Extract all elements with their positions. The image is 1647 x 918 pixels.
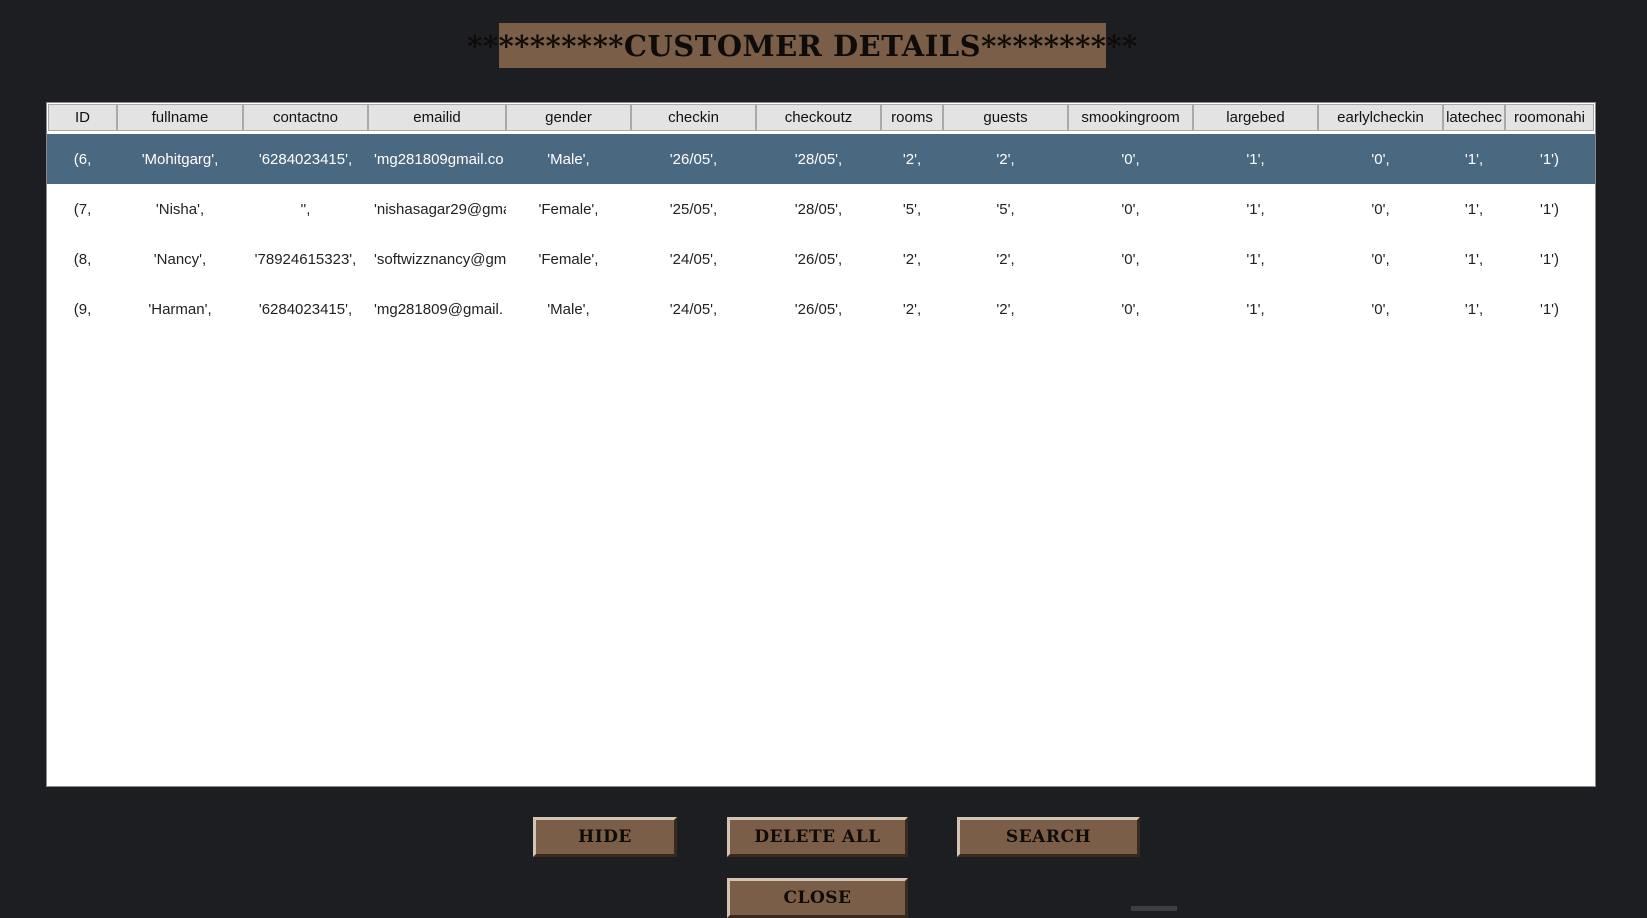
table-cell: '24/05', bbox=[669, 250, 718, 268]
column-header[interactable]: checkin bbox=[631, 104, 756, 131]
table-cell: '78924615323', bbox=[254, 250, 357, 268]
table-cell: '1', bbox=[1246, 300, 1265, 318]
table-cell: '1', bbox=[1464, 300, 1484, 318]
table-cell: '26/05', bbox=[794, 300, 843, 318]
table-cell: '1', bbox=[1246, 150, 1265, 168]
table-cell: '1') bbox=[1539, 150, 1560, 168]
column-header[interactable]: earlylcheckin bbox=[1318, 104, 1443, 131]
table-cell: '1', bbox=[1464, 250, 1484, 268]
table-cell: 'Harman', bbox=[148, 300, 212, 318]
column-header[interactable]: contactno bbox=[243, 104, 368, 131]
table-row[interactable]: (8, 'Nancy', '78924615323', 'softwizznancy@… bbox=[47, 234, 1595, 284]
table-row[interactable]: (6, 'Mohitgarg', '6284023415', 'mg281809gma… bbox=[47, 134, 1595, 184]
table-cell: 'nishasagar29@gma bbox=[374, 200, 506, 218]
table-cell: '0', bbox=[1121, 150, 1140, 168]
table-cell: '1', bbox=[1246, 250, 1265, 268]
table-cell: '1', bbox=[1246, 200, 1265, 218]
table-cell: '28/05', bbox=[794, 150, 843, 168]
table-cell: '1') bbox=[1539, 300, 1560, 318]
table-cell: '0', bbox=[1121, 200, 1140, 218]
column-header[interactable]: smookingroom bbox=[1068, 104, 1193, 131]
table-cell: '', bbox=[300, 200, 311, 218]
table-cell: '0', bbox=[1121, 250, 1140, 268]
table-cell: (9, bbox=[73, 300, 92, 318]
table-cell: '5', bbox=[996, 200, 1015, 218]
table-cell: 'Nancy', bbox=[153, 250, 207, 268]
page-title: **********CUSTOMER DETAILS********** bbox=[467, 28, 1138, 63]
column-header[interactable]: ID bbox=[48, 104, 117, 131]
table-cell: '1', bbox=[1464, 200, 1484, 218]
close-button[interactable]: CLOSE bbox=[727, 878, 908, 918]
table-cell: '2', bbox=[902, 250, 922, 268]
column-header[interactable]: roomonahi bbox=[1505, 104, 1594, 131]
table-cell: '24/05', bbox=[669, 300, 718, 318]
table-cell: 'Female', bbox=[538, 200, 599, 218]
table-cell: '28/05', bbox=[794, 200, 843, 218]
table-cell: 'mg281809gmail.co bbox=[374, 150, 504, 168]
table-cell: '25/05', bbox=[669, 200, 718, 218]
table-cell: 'Male', bbox=[547, 300, 590, 318]
table-cell: 'Mohitgarg', bbox=[141, 150, 219, 168]
scrollbar-thumb[interactable] bbox=[1131, 906, 1177, 911]
table-cell: '0', bbox=[1371, 150, 1390, 168]
column-header[interactable]: checkoutz bbox=[756, 104, 881, 131]
column-header[interactable]: largebed bbox=[1193, 104, 1318, 131]
table-cell: '2', bbox=[996, 150, 1015, 168]
table-cell: 'mg281809@gmail. bbox=[374, 300, 503, 318]
table-cell: '0', bbox=[1371, 300, 1390, 318]
table-cell: '0', bbox=[1371, 250, 1390, 268]
table-cell: (6, bbox=[73, 150, 92, 168]
table-cell: '5', bbox=[902, 200, 922, 218]
table-row[interactable]: (7, 'Nisha', '', 'nishasagar29@gma 'Female',… bbox=[47, 184, 1595, 234]
column-header[interactable]: latechec bbox=[1443, 104, 1505, 131]
table-cell: 'Nisha', bbox=[155, 200, 205, 218]
search-button[interactable]: SEARCH bbox=[957, 817, 1140, 857]
table-cell: '2', bbox=[902, 150, 922, 168]
table-cell: '0', bbox=[1121, 300, 1140, 318]
customer-table[interactable]: ID fullname contactno emailid gender checkin c… bbox=[46, 102, 1596, 787]
column-header[interactable]: gender bbox=[506, 104, 631, 131]
table-cell: '2', bbox=[902, 300, 922, 318]
page-title-banner: **********CUSTOMER DETAILS********** bbox=[467, 23, 1137, 68]
table-cell: 'softwizznancy@gm bbox=[374, 250, 506, 268]
delete-all-button[interactable]: DELETE ALL bbox=[727, 817, 908, 857]
table-cell: '26/05', bbox=[669, 150, 718, 168]
table-cell: 'Male', bbox=[547, 150, 590, 168]
table-row[interactable]: (9, 'Harman', '6284023415', 'mg281809@gmail… bbox=[47, 284, 1595, 334]
table-cell: '0', bbox=[1371, 200, 1390, 218]
table-cell: '2', bbox=[996, 250, 1015, 268]
column-header[interactable]: guests bbox=[943, 104, 1068, 131]
table-cell: '1', bbox=[1464, 150, 1484, 168]
column-header[interactable]: emailid bbox=[368, 104, 506, 131]
hide-button[interactable]: HIDE bbox=[533, 817, 677, 857]
table-cell: 'Female', bbox=[538, 250, 599, 268]
table-header: ID fullname contactno emailid gender checkin c… bbox=[47, 103, 1595, 134]
column-header[interactable]: fullname bbox=[117, 104, 243, 131]
column-header[interactable]: rooms bbox=[881, 104, 943, 131]
table-cell: '6284023415', bbox=[258, 150, 353, 168]
table-cell: '1') bbox=[1539, 200, 1560, 218]
table-cell: '2', bbox=[996, 300, 1015, 318]
table-cell: '26/05', bbox=[794, 250, 843, 268]
table-cell: (8, bbox=[73, 250, 92, 268]
table-cell: (7, bbox=[73, 200, 92, 218]
table-cell: '6284023415', bbox=[258, 300, 353, 318]
table-cell: '1') bbox=[1539, 250, 1560, 268]
